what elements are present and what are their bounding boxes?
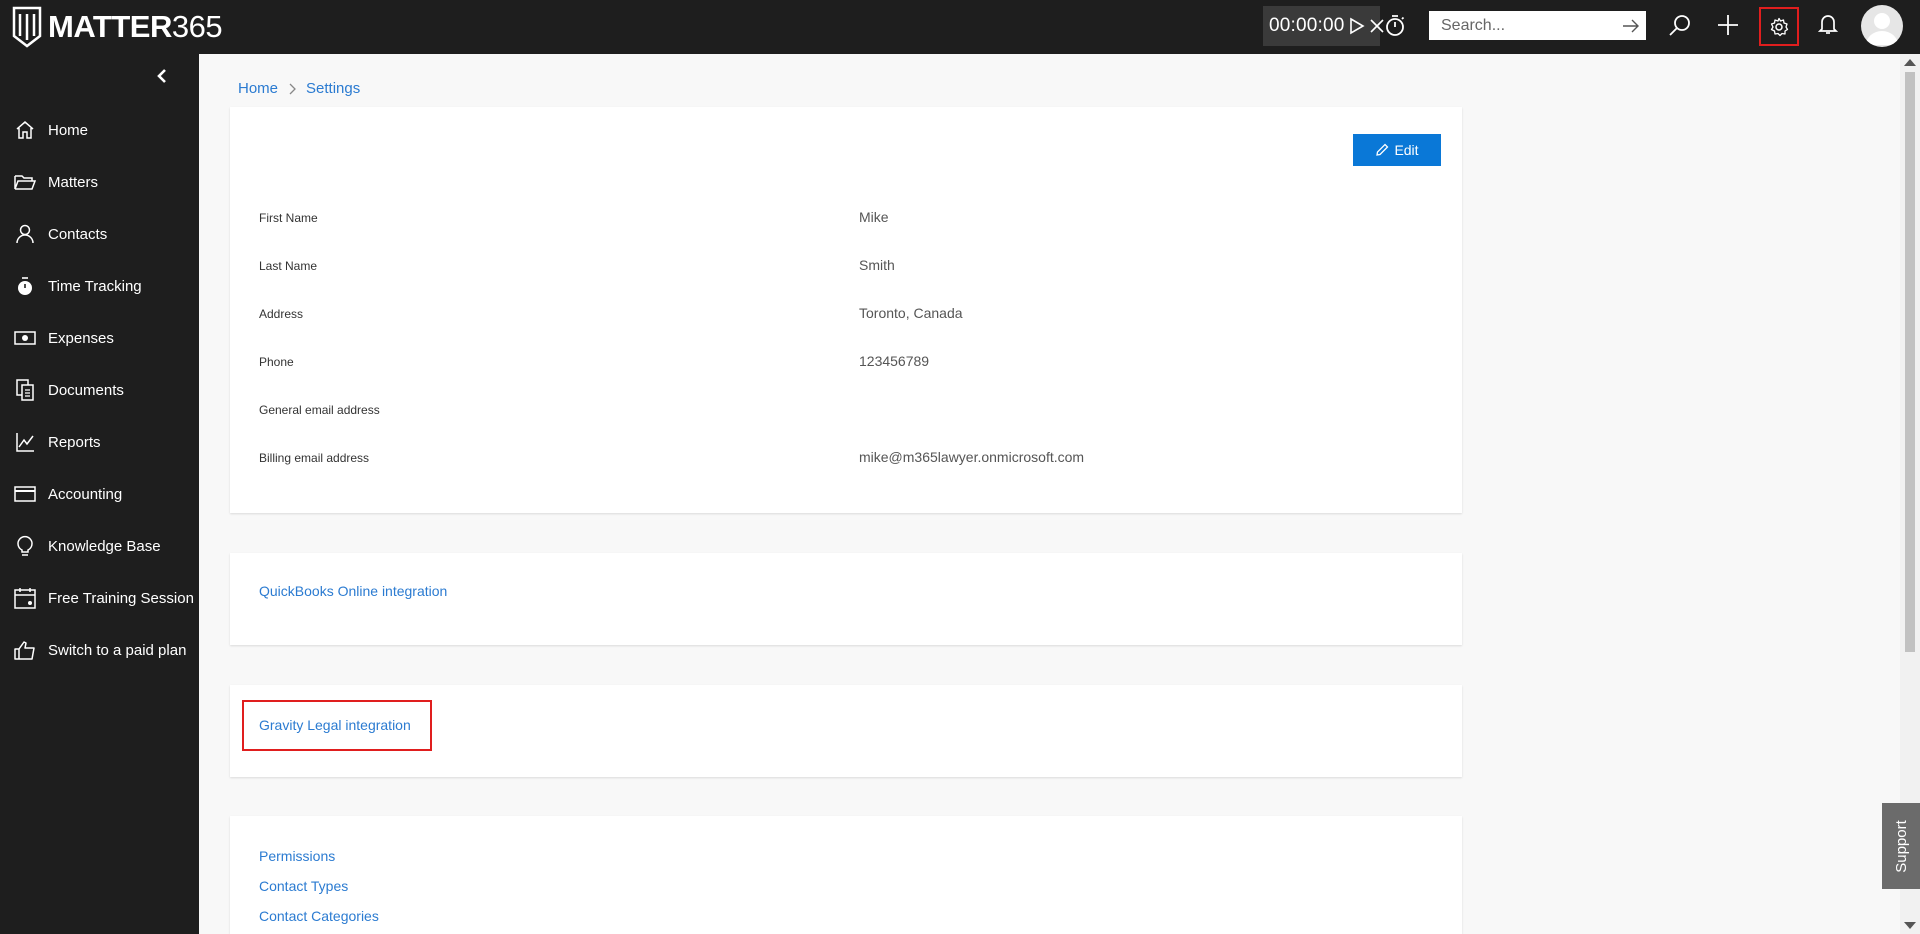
sidebar-item-label: Expenses (48, 329, 114, 347)
sidebar-item-label: Matters (48, 173, 99, 191)
sidebar-item-time-tracking[interactable]: Time Tracking (0, 264, 199, 308)
profile-card: Edit First Name Mike Last Name Smith Add… (230, 107, 1462, 513)
quickbooks-card: QuickBooks Online integration (230, 553, 1462, 645)
sidebar-item-switch-plan[interactable]: Switch to a paid plan (0, 628, 199, 672)
address-value: Toronto, Canada (859, 305, 963, 321)
sidebar-item-label: Free Training Session (48, 589, 194, 607)
sidebar-item-expenses[interactable]: Expenses (0, 316, 199, 360)
sidebar-item-documents[interactable]: Documents (0, 368, 199, 412)
play-icon[interactable] (1349, 17, 1365, 35)
sidebar-item-label: Accounting (48, 485, 123, 503)
person-icon (13, 224, 37, 244)
close-icon[interactable] (1369, 18, 1385, 34)
sidebar-item-reports[interactable]: Reports (0, 420, 199, 464)
breadcrumb-home[interactable]: Home (238, 80, 278, 97)
lightbulb-icon (13, 535, 37, 557)
billing-email-label: Billing email address (259, 451, 370, 465)
sidebar-item-label: Contacts (48, 225, 108, 243)
scroll-up-arrow-icon[interactable] (1904, 59, 1916, 66)
sidebar-item-label: Time Tracking (48, 277, 142, 295)
scroll-down-arrow-icon[interactable] (1904, 922, 1916, 929)
sidebar-item-label: Documents (48, 381, 124, 399)
search-box (1429, 11, 1646, 40)
sidebar-item-label: Home (48, 121, 89, 139)
home-icon (13, 120, 37, 140)
last-name-label: Last Name (259, 259, 318, 273)
settings-button[interactable] (1759, 7, 1799, 46)
card-icon (13, 486, 37, 502)
money-icon (13, 330, 37, 346)
app-logo[interactable]: MATTER365 (12, 5, 223, 49)
sidebar-item-label: Switch to a paid plan (48, 641, 187, 659)
stopwatch-icon[interactable] (1384, 13, 1406, 37)
sidebar-item-contacts[interactable]: Contacts (0, 212, 199, 256)
scroll-thumb[interactable] (1905, 72, 1915, 652)
quickbooks-integration-link[interactable]: QuickBooks Online integration (259, 583, 447, 599)
app-name: MATTER365 (48, 9, 223, 44)
settings-links-card: Permissions Contact Types Contact Catego… (230, 816, 1462, 934)
gear-icon (1769, 17, 1789, 37)
contact-types-link[interactable]: Contact Types (259, 878, 348, 894)
last-name-value: Smith (859, 257, 895, 273)
sidebar: Home Matters Contacts Time Tracking Expe… (0, 54, 199, 934)
timer-widget: 00:00:00 (1263, 6, 1384, 46)
permissions-link[interactable]: Permissions (259, 848, 335, 864)
sidebar-item-home[interactable]: Home (0, 108, 199, 152)
calendar-icon (13, 587, 37, 609)
avatar[interactable] (1861, 5, 1903, 47)
gravity-legal-card: Gravity Legal integration (230, 685, 1462, 777)
edit-button[interactable]: Edit (1353, 134, 1441, 166)
search-input[interactable] (1439, 15, 1622, 36)
bell-icon[interactable] (1818, 13, 1838, 35)
gravity-legal-integration-link[interactable]: Gravity Legal integration (259, 717, 411, 733)
chevron-right-icon (288, 83, 296, 95)
scrollbar[interactable] (1900, 54, 1920, 934)
timer-value: 00:00:00 (1269, 15, 1345, 36)
chart-icon (13, 432, 37, 452)
folder-open-icon (13, 173, 37, 191)
sidebar-item-free-training-session[interactable]: Free Training Session (0, 576, 199, 620)
first-name-value: Mike (859, 209, 889, 225)
first-name-label: First Name (259, 211, 318, 225)
support-label: Support (1892, 819, 1910, 873)
edit-label: Edit (1394, 142, 1419, 158)
sidebar-item-label: Reports (48, 433, 101, 451)
top-bar: MATTER365 00:00:00 (0, 0, 1920, 54)
documents-icon (13, 379, 37, 401)
general-email-label: General email address (259, 403, 380, 417)
shield-logo-icon (12, 6, 42, 48)
collapse-sidebar-icon[interactable] (156, 68, 168, 89)
phone-label: Phone (259, 355, 294, 369)
breadcrumb: Home Settings (238, 80, 360, 97)
arrow-right-icon[interactable] (1622, 18, 1640, 34)
contact-categories-link[interactable]: Contact Categories (259, 908, 379, 924)
sidebar-item-knowledge-base[interactable]: Knowledge Base (0, 524, 199, 568)
sidebar-item-accounting[interactable]: Accounting (0, 472, 199, 516)
address-label: Address (259, 307, 304, 321)
sidebar-item-label: Knowledge Base (48, 537, 161, 555)
pencil-icon (1376, 143, 1389, 156)
stopwatch-icon (13, 276, 37, 296)
support-tab[interactable]: Support (1882, 803, 1920, 889)
thumbs-up-icon (13, 640, 37, 660)
sidebar-item-matters[interactable]: Matters (0, 160, 199, 204)
billing-email-value: mike@m365lawyer.onmicrosoft.com (859, 449, 1085, 465)
magnifier-icon[interactable] (1668, 13, 1692, 37)
phone-value: 123456789 (859, 353, 930, 369)
plus-icon[interactable] (1716, 13, 1740, 37)
breadcrumb-settings[interactable]: Settings (306, 80, 360, 97)
